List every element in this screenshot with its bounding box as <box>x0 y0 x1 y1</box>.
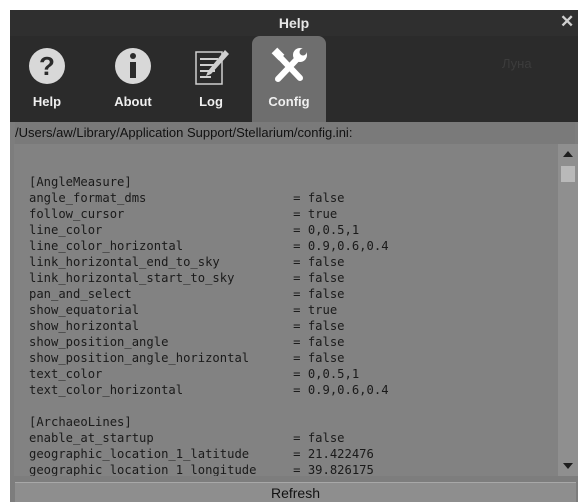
config-path: /Users/aw/Library/Application Support/St… <box>15 122 575 144</box>
tab-help-label: Help <box>32 94 62 109</box>
config-line: [AngleMeasure] <box>29 175 132 189</box>
config-line: angle_format_dms = false <box>29 191 345 205</box>
config-line: pan_and_select = false <box>29 287 345 301</box>
config-line <box>29 158 389 174</box>
tab-help[interactable]: ? Help <box>10 36 84 122</box>
info-icon <box>115 48 151 84</box>
config-line: link_horizontal_end_to_sky = false <box>29 255 345 269</box>
config-line: line_color_horizontal = 0.9,0.6,0.4 <box>29 239 389 253</box>
config-line: text_color = 0,0.5,1 <box>29 367 360 381</box>
refresh-button[interactable]: Refresh <box>15 482 576 502</box>
config-line: show_position_angle = false <box>29 335 345 349</box>
scroll-down-arrow-icon[interactable] <box>560 458 576 474</box>
tab-about-label: About <box>114 94 152 109</box>
close-icon[interactable]: ✕ <box>560 10 578 36</box>
config-content: [AngleMeasure] angle_format_dms = false fo… <box>29 158 389 476</box>
window-title: Help <box>278 15 310 31</box>
config-line: text_color_horizontal = 0.9,0.6,0.4 <box>29 383 389 397</box>
tab-config-label: Config <box>268 94 310 109</box>
config-line: show_equatorial = true <box>29 303 338 317</box>
scroll-up-arrow-icon[interactable] <box>560 146 576 162</box>
config-line: link_horizontal_start_to_sky = false <box>29 271 345 285</box>
config-line: show_horizontal = false <box>29 319 345 333</box>
log-pencil-icon <box>195 50 229 85</box>
tab-log[interactable]: Log <box>174 36 248 122</box>
scroll-thumb[interactable] <box>561 166 575 182</box>
tab-log-label: Log <box>199 94 223 109</box>
config-line: line_color = 0,0.5,1 <box>29 223 360 237</box>
tools-icon <box>271 47 307 82</box>
config-line: show_position_angle_horizontal = false <box>29 351 345 365</box>
config-line <box>29 398 389 414</box>
config-text-area[interactable]: [AngleMeasure] angle_format_dms = false fo… <box>14 144 558 476</box>
tab-about[interactable]: About <box>96 36 170 122</box>
config-line: geographic_location_1_latitude = 21.4224… <box>29 447 374 461</box>
svg-text:?: ? <box>39 51 55 81</box>
config-line: follow_cursor = true <box>29 207 338 221</box>
tab-config[interactable]: Config <box>252 36 326 122</box>
config-line: enable_at_startup = false <box>29 431 345 445</box>
title-bar: Help ✕ <box>10 10 578 36</box>
tab-bar: ? Help About Log Config Луна <box>10 36 578 122</box>
question-icon: ? <box>29 48 65 84</box>
config-line: geographic_location_1_longitude = 39.826… <box>29 463 374 476</box>
help-window: Help ✕ ? Help About Log Config Луна /Use… <box>10 10 578 502</box>
config-line: [ArchaeoLines] <box>29 415 132 429</box>
vertical-scrollbar[interactable] <box>558 144 578 476</box>
status-text: Луна <box>502 56 532 71</box>
